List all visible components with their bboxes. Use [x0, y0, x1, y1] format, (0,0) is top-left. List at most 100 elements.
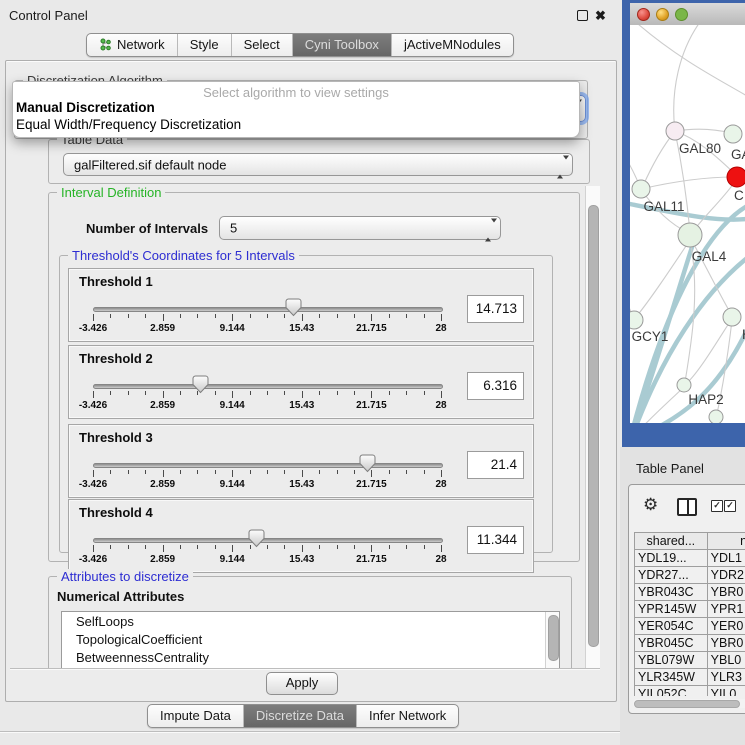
slider-tick	[337, 470, 338, 474]
table-cell[interactable]: YPR1	[707, 601, 745, 618]
slider-tick-label: 9.144	[220, 479, 245, 490]
tab-discretize-data[interactable]: Discretize Data	[243, 705, 356, 727]
table-row[interactable]: YPR145WYPR1	[635, 601, 745, 618]
close-panel-icon[interactable]: ✖	[595, 9, 606, 22]
close-traffic-light[interactable]	[637, 8, 650, 21]
table-cell[interactable]: YBR043C	[635, 584, 708, 601]
slider-tick	[215, 545, 216, 549]
threshold-value-field[interactable]: 21.4	[467, 451, 524, 479]
table-cell[interactable]: YER054C	[635, 618, 708, 635]
table-row[interactable]: YDR27...YDR2	[635, 567, 745, 584]
number-of-intervals-combobox[interactable]: 5	[219, 216, 501, 240]
network-node-c[interactable]	[727, 167, 745, 187]
tab-cyni-toolbox[interactable]: Cyni Toolbox	[292, 34, 391, 56]
list-scrollbar-thumb[interactable]	[548, 615, 559, 661]
tab-infer-network[interactable]: Infer Network	[356, 705, 458, 727]
slider-track[interactable]	[93, 463, 443, 468]
network-node-gal11[interactable]	[632, 180, 650, 198]
table-cell[interactable]: YLR345W	[635, 669, 708, 686]
threshold-value-field[interactable]: 11.344	[467, 526, 524, 554]
table-row[interactable]: YDL19...YDL1	[635, 550, 745, 567]
panel-scrollbar[interactable]	[585, 186, 600, 668]
screenshot-root: Control Panel ✖ NetworkStyleSelectCyni T…	[0, 0, 745, 745]
list-scrollbar[interactable]	[545, 612, 559, 668]
network-canvas[interactable]: GAL80GACGAL11GAL4GCY1HHAP2	[630, 25, 745, 423]
network-node-label: GAL80	[679, 141, 721, 156]
panel-scrollbar-thumb[interactable]	[588, 205, 599, 647]
network-node-h[interactable]	[723, 308, 741, 326]
table-row[interactable]: YBR043CYBR0	[635, 584, 745, 601]
table-cell[interactable]: YIL0	[707, 686, 745, 697]
table-hscrollbar[interactable]	[633, 699, 745, 708]
slider-thumb[interactable]	[192, 375, 209, 394]
table-cell[interactable]: YBR0	[707, 584, 745, 601]
table-column-header[interactable]: na	[707, 533, 745, 550]
zoom-traffic-light[interactable]	[675, 8, 688, 21]
table-cell[interactable]: YPR145W	[635, 601, 708, 618]
slider-tick-label: 21.715	[356, 479, 387, 490]
table-cell[interactable]: YDL1	[707, 550, 745, 567]
slider-tick	[284, 470, 285, 474]
table-cell[interactable]: YBL079W	[635, 652, 708, 669]
tab-impute-data[interactable]: Impute Data	[148, 705, 243, 727]
slider-tick	[215, 391, 216, 395]
slider-tick	[441, 391, 442, 398]
checkbox-icon[interactable]: ✓	[711, 500, 723, 512]
checkbox-icon[interactable]: ✓	[724, 500, 736, 512]
slider-thumb[interactable]	[248, 529, 265, 548]
numerical-attributes-list[interactable]: SelfLoopsTopologicalCoefficientBetweenne…	[61, 611, 560, 668]
float-window-icon[interactable]	[577, 10, 588, 21]
table-data-combobox[interactable]: galFiltered.sif default node	[63, 153, 573, 176]
tab-network[interactable]: Network	[87, 34, 177, 56]
network-node-ga[interactable]	[724, 125, 742, 143]
network-node[interactable]	[709, 410, 723, 423]
network-node-hap2[interactable]	[677, 378, 691, 392]
apply-button[interactable]: Apply	[266, 672, 338, 695]
slider-track[interactable]	[93, 384, 443, 389]
table-cell[interactable]: YIL052C	[635, 686, 708, 697]
tab-select[interactable]: Select	[231, 34, 292, 56]
table-cell[interactable]: YDL19...	[635, 550, 708, 567]
table-hscrollbar-thumb[interactable]	[634, 700, 740, 708]
network-node-label: HAP2	[688, 392, 723, 407]
network-view-window: GAL80GACGAL11GAL4GCY1HHAP2	[622, 0, 745, 447]
slider-tick	[232, 545, 233, 552]
slider-tick	[163, 314, 164, 321]
popup-item-equal-width-frequency[interactable]: Equal Width/Frequency Discretization	[16, 117, 241, 132]
table-cell[interactable]: YBL0	[707, 652, 745, 669]
popup-item-manual-discretization[interactable]: Manual Discretization	[16, 100, 155, 115]
table-row[interactable]: YER054CYER0	[635, 618, 745, 635]
network-node-gal4[interactable]	[678, 223, 702, 247]
slider-track[interactable]	[93, 538, 443, 543]
network-window-titlebar[interactable]	[630, 3, 745, 26]
tab-jactivemnodules[interactable]: jActiveMNodules	[391, 34, 513, 56]
threshold-value-field[interactable]: 14.713	[467, 295, 524, 323]
divider	[0, 731, 620, 732]
tab-style[interactable]: Style	[177, 34, 231, 56]
slider-thumb[interactable]	[285, 298, 302, 317]
table-row[interactable]: YLR345WYLR3	[635, 669, 745, 686]
table-cell[interactable]: YLR3	[707, 669, 745, 686]
minimize-traffic-light[interactable]	[656, 8, 669, 21]
network-node-gal80[interactable]	[666, 122, 684, 140]
table-cell[interactable]: YDR2	[707, 567, 745, 584]
table-cell[interactable]: YDR27...	[635, 567, 708, 584]
attribute-list-item[interactable]: SelfLoops	[62, 612, 559, 630]
network-node-gcy1[interactable]	[630, 311, 643, 329]
attribute-list-item[interactable]: BetweennessCentrality	[62, 648, 559, 666]
table-row[interactable]: YBL079WYBL0	[635, 652, 745, 669]
slider-tick	[128, 470, 129, 474]
table-settings-gear-icon[interactable]: ⚙	[643, 496, 658, 515]
table-column-header[interactable]: shared...	[635, 533, 708, 550]
attribute-list-item[interactable]: TopologicalCoefficient	[62, 630, 559, 648]
table-cell[interactable]: YBR0	[707, 635, 745, 652]
split-columns-icon[interactable]	[677, 498, 697, 516]
slider-thumb[interactable]	[359, 454, 376, 473]
threshold-value-field[interactable]: 6.316	[467, 372, 524, 400]
table-cell[interactable]: YER0	[707, 618, 745, 635]
table-cell[interactable]: YBR045C	[635, 635, 708, 652]
slider-track[interactable]	[93, 307, 443, 312]
table-row[interactable]: YIL052CYIL0	[635, 686, 745, 697]
slider-tick-label: 2.859	[150, 479, 175, 490]
table-row[interactable]: YBR045CYBR0	[635, 635, 745, 652]
